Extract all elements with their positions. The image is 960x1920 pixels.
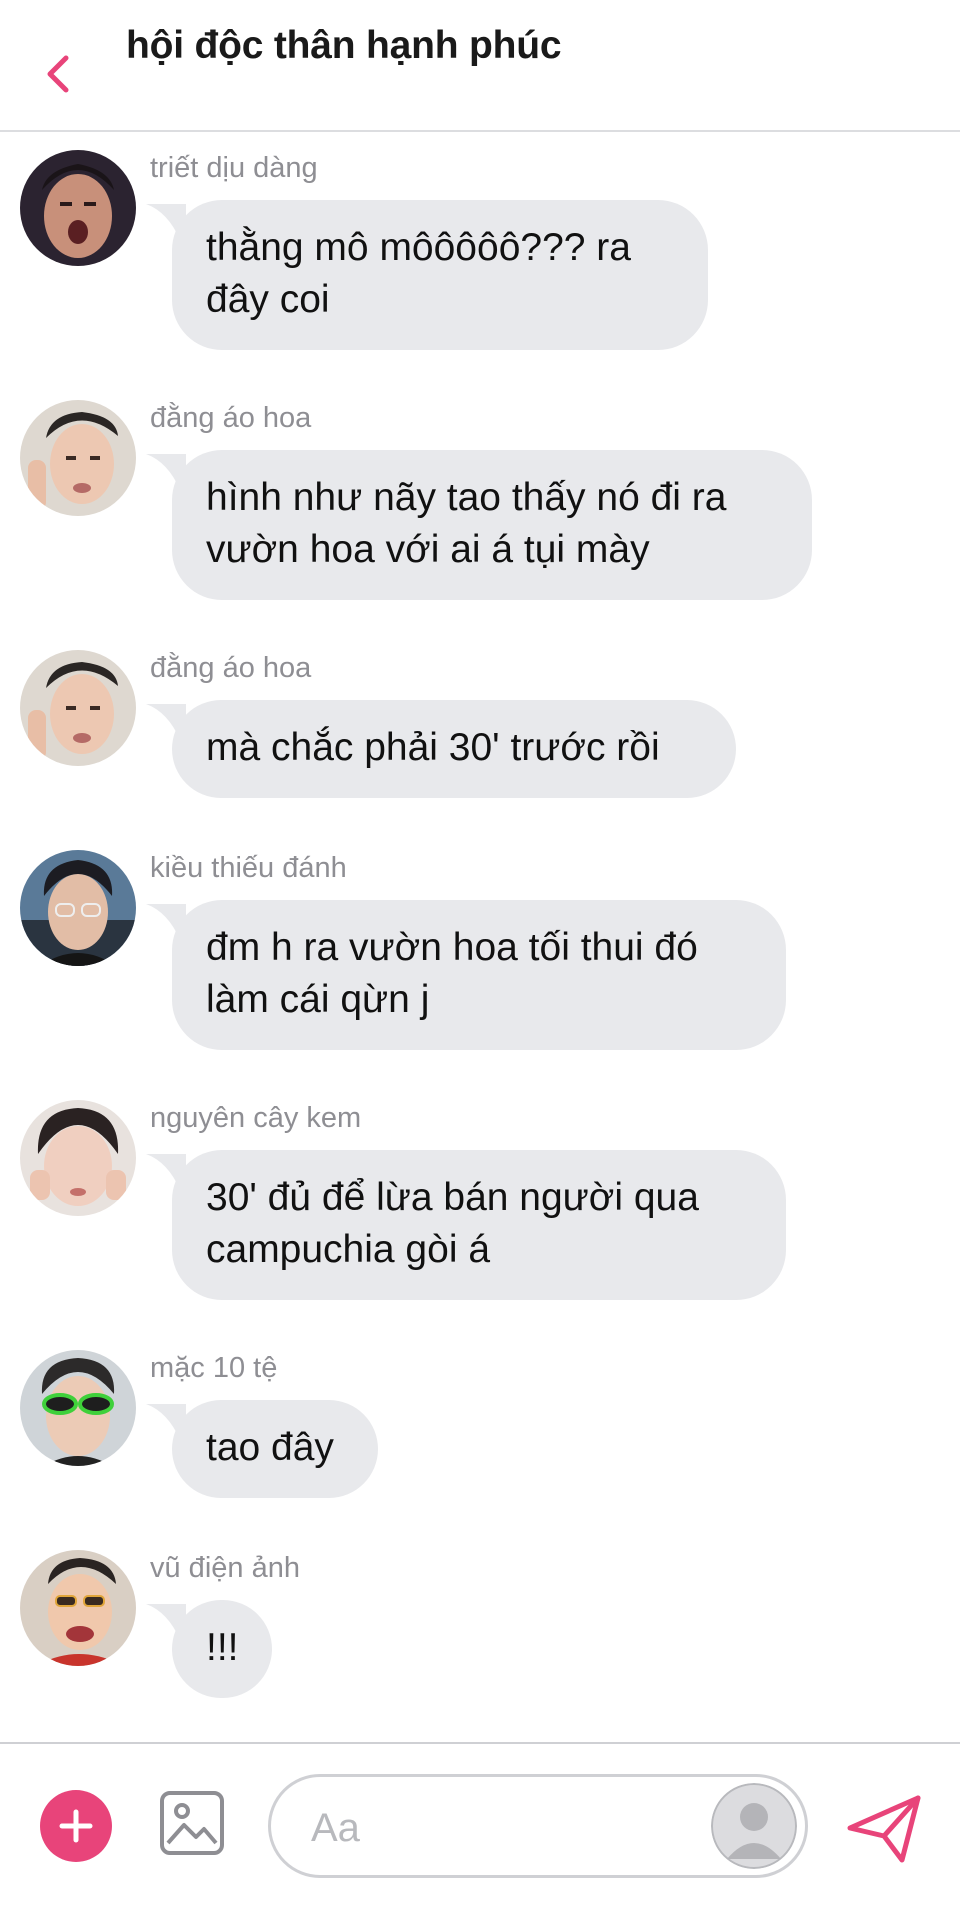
message-line: !!! [206,1626,239,1669]
avatar[interactable] [20,150,136,266]
message-line: đây coi [206,278,330,321]
user-silhouette-icon [711,1783,797,1869]
message-line: đm h ra vườn hoa tối thui đó [206,926,698,969]
sender-name: triết dịu dàng [150,152,318,184]
send-button[interactable] [846,1792,922,1864]
image-icon [160,1791,224,1855]
chat-title: hội độc thân hạnh phúc [126,24,562,67]
message-input[interactable] [309,1797,673,1859]
message-bubble[interactable]: hình như nãy tao thấy nó đi ra vườn hoa … [172,450,812,600]
avatar[interactable] [20,1100,136,1216]
message-list[interactable]: triết dịu dàng thằng mô môôôôô??? ra đây… [0,132,960,1742]
message-line: campuchia gòi á [206,1228,491,1271]
message-bubble[interactable]: tao đây [172,1400,378,1498]
back-button[interactable] [30,38,86,110]
sender-name: kiều thiếu đánh [150,852,347,884]
avatar[interactable] [20,1550,136,1666]
avatar[interactable] [20,650,136,766]
message-line: hình như nãy tao thấy nó đi ra [206,476,727,519]
plus-icon [59,1809,93,1843]
message-line: mà chắc phải 30' trước rồi [206,726,660,769]
sender-name: đằng áo hoa [150,402,312,434]
message-line: tao đây [206,1426,334,1469]
message-line: làm cái qừn j [206,978,430,1021]
message-bubble[interactable]: 30' đủ để lừa bán người qua campuchia gò… [172,1150,786,1300]
sender-name: nguyên cây kem [150,1102,362,1134]
sender-name: đằng áo hoa [150,652,312,684]
message-input-wrapper [268,1774,808,1878]
avatar[interactable] [20,1350,136,1466]
message-line: 30' đủ để lừa bán người qua [206,1176,699,1219]
message-composer [0,1742,960,1920]
send-icon [847,1795,921,1863]
message-bubble[interactable]: đm h ra vườn hoa tối thui đó làm cái qừn… [172,900,786,1050]
add-button[interactable] [40,1790,112,1862]
chat-screen: hội độc thân hạnh phúc triết dịu dàng th… [0,0,960,1920]
message-line: vườn hoa với ai á tụi mày [206,528,650,571]
chat-header: hội độc thân hạnh phúc [0,0,960,132]
message-bubble[interactable]: mà chắc phải 30' trước rồi [172,700,736,798]
sender-name: vũ điện ảnh [150,1552,300,1584]
input-avatar[interactable] [711,1783,797,1869]
image-button[interactable] [158,1789,226,1857]
message-bubble[interactable]: !!! [172,1600,272,1698]
message-bubble[interactable]: thằng mô môôôôô??? ra đây coi [172,200,708,350]
message-line: thằng mô môôôôô??? ra [206,226,631,269]
avatar[interactable] [20,400,136,516]
sender-name: mặc 10 tệ [150,1352,278,1384]
chevron-left-icon [47,55,69,93]
avatar[interactable] [20,850,136,966]
